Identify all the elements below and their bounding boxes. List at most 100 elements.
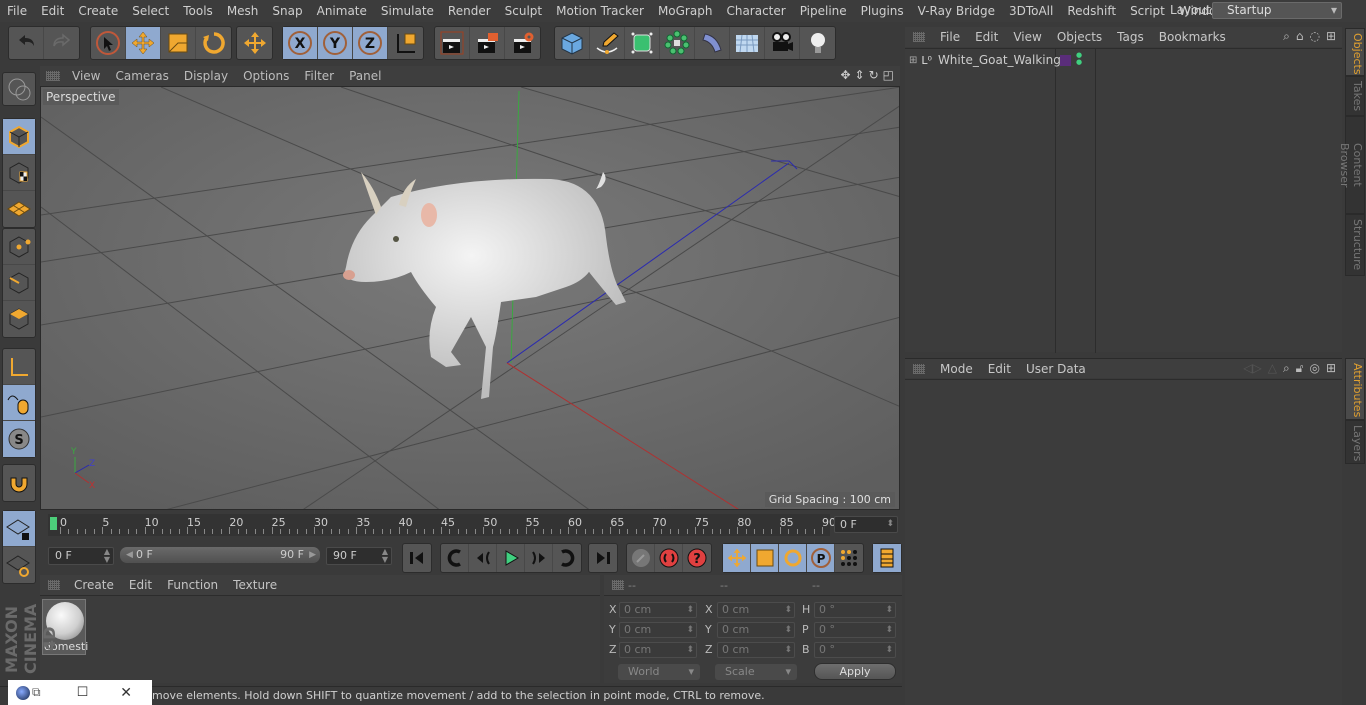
keyframe-selection-button[interactable]: ? [683, 544, 711, 572]
tweak-mode-button[interactable] [3, 385, 35, 421]
axis-mode-button[interactable] [3, 349, 35, 385]
goto-start-button[interactable] [403, 544, 431, 572]
coordinate-system-button[interactable] [388, 27, 423, 59]
menu-file[interactable]: File [0, 4, 34, 18]
floor-button[interactable] [730, 27, 765, 59]
menu-vray-bridge[interactable]: V-Ray Bridge [911, 4, 1002, 18]
frame-range-slider[interactable]: ◀ 0 F 90 F ▶ [120, 547, 320, 563]
prev-frame-button[interactable] [469, 544, 497, 572]
tab-structure[interactable]: Structure [1345, 214, 1365, 276]
playhead-marker[interactable] [50, 517, 57, 530]
timeline-ruler[interactable]: 0 5 10 15 20 25 30 35 40 45 50 55 60 65 70 75 80 85 90 [48, 514, 836, 536]
workplane-rotate-button[interactable] [3, 547, 35, 583]
menu-3dtoall[interactable]: 3DToAll [1002, 4, 1060, 18]
menu-edit[interactable]: Edit [34, 4, 71, 18]
timeline-window-button[interactable] [873, 544, 901, 572]
rotate-button[interactable] [196, 27, 231, 59]
attribute-menu-user-data[interactable]: User Data [1019, 362, 1094, 376]
menu-sculpt[interactable]: Sculpt [498, 4, 549, 18]
orbit-view-icon[interactable]: ↻ [869, 68, 879, 82]
viewport-menu-cameras[interactable]: Cameras [109, 69, 177, 83]
play-button[interactable] [497, 544, 525, 572]
undo-button[interactable] [9, 27, 44, 59]
viewport-menu-options[interactable]: Options [237, 69, 298, 83]
record-active-button[interactable] [627, 544, 655, 572]
key-pla-button[interactable] [835, 544, 863, 572]
menu-motion-tracker[interactable]: Motion Tracker [549, 4, 651, 18]
material-tag-icon[interactable] [1060, 54, 1071, 66]
menu-select[interactable]: Select [125, 4, 176, 18]
pan-view-icon[interactable]: ✥ [840, 68, 850, 82]
object-menu-file[interactable]: File [933, 30, 968, 44]
camera-label[interactable]: Perspective [43, 89, 119, 105]
live-selection-button[interactable] [91, 27, 126, 59]
panel-grip[interactable] [612, 580, 624, 590]
menu-create[interactable]: Create [71, 4, 125, 18]
current-frame-field[interactable]: 0 F ⬍ [834, 516, 898, 533]
bend-button[interactable] [695, 27, 730, 59]
recent-tool-button[interactable] [237, 27, 272, 59]
object-menu-bookmarks[interactable]: Bookmarks [1152, 30, 1234, 44]
snap-button[interactable] [3, 465, 35, 501]
layout-select[interactable]: Startup [1212, 2, 1342, 19]
expand-icon[interactable]: ⊞ [909, 55, 917, 66]
solo-button[interactable]: S [3, 421, 35, 457]
menu-character[interactable]: Character [719, 4, 792, 18]
render-settings-button[interactable] [505, 27, 540, 59]
scale-button[interactable] [161, 27, 196, 59]
panel-grip[interactable] [913, 32, 925, 42]
menu-tools[interactable]: Tools [176, 4, 220, 18]
up-icon[interactable]: △ [1268, 361, 1277, 376]
object-row[interactable]: ⊞ L⁰ White_Goat_Walking ● ● [905, 51, 1082, 69]
end-frame-field[interactable]: 90 F ▲ ▼ [326, 547, 392, 565]
camera-button[interactable] [765, 27, 800, 59]
tab-objects[interactable]: Objects [1345, 28, 1365, 76]
edges-mode-button[interactable] [3, 265, 35, 301]
panel-grip[interactable] [48, 580, 60, 590]
next-key-button[interactable] [553, 544, 581, 572]
search-icon[interactable]: ⌕ [1283, 29, 1290, 44]
coordinate-mode-select[interactable]: Scale [715, 664, 797, 680]
autokey-button[interactable] [655, 544, 683, 572]
target-icon[interactable]: ◎ [1309, 361, 1319, 376]
menu-snap[interactable]: Snap [265, 4, 309, 18]
object-menu-objects[interactable]: Objects [1050, 30, 1110, 44]
tab-content-browser[interactable]: Content Browser [1338, 116, 1365, 214]
goto-end-button[interactable] [589, 544, 617, 572]
apply-button[interactable]: Apply [814, 663, 896, 680]
model-mode-button[interactable] [3, 119, 35, 155]
y-axis-button[interactable]: Y [318, 27, 353, 59]
size-y-field[interactable]: 0 cm [717, 622, 795, 638]
lock-workplane-button[interactable] [3, 511, 35, 547]
redo-button[interactable] [44, 27, 79, 59]
key-parameter-button[interactable]: P [807, 544, 835, 572]
menu-redshift[interactable]: Redshift [1060, 4, 1123, 18]
maximize-icon[interactable]: ☐ [77, 685, 89, 700]
close-icon[interactable]: ✕ [120, 685, 132, 701]
light-button[interactable] [800, 27, 835, 59]
tab-takes[interactable]: Takes [1345, 76, 1365, 116]
polygons-mode-button[interactable] [3, 301, 35, 337]
tab-layers[interactable]: Layers [1345, 420, 1365, 464]
key-position-button[interactable] [723, 544, 751, 572]
pos-x-field[interactable]: 0 cm [619, 602, 697, 618]
attribute-menu-mode[interactable]: Mode [933, 362, 981, 376]
key-rotation-button[interactable] [779, 544, 807, 572]
coordinate-space-select[interactable]: World [618, 664, 700, 680]
object-menu-tags[interactable]: Tags [1110, 30, 1152, 44]
rot-h-field[interactable]: 0 ° [814, 602, 896, 618]
panel-grip[interactable] [46, 71, 60, 81]
menu-pipeline[interactable]: Pipeline [793, 4, 854, 18]
back-forward-icon[interactable]: ◁▷ [1243, 361, 1261, 376]
object-menu-view[interactable]: View [1006, 30, 1049, 44]
rot-b-field[interactable]: 0 ° [814, 642, 896, 658]
pos-z-field[interactable]: 0 cm [619, 642, 697, 658]
attribute-menu-edit[interactable]: Edit [981, 362, 1019, 376]
material-menu-function[interactable]: Function [161, 578, 227, 592]
start-frame-field[interactable]: 0 F ▲ ▼ [48, 547, 114, 565]
make-editable-button[interactable] [3, 73, 35, 105]
menu-mesh[interactable]: Mesh [220, 4, 266, 18]
size-x-field[interactable]: 0 cm [717, 602, 795, 618]
lock-icon[interactable]: 🔓︎ [1296, 361, 1304, 376]
texture-mode-button[interactable] [3, 155, 35, 191]
